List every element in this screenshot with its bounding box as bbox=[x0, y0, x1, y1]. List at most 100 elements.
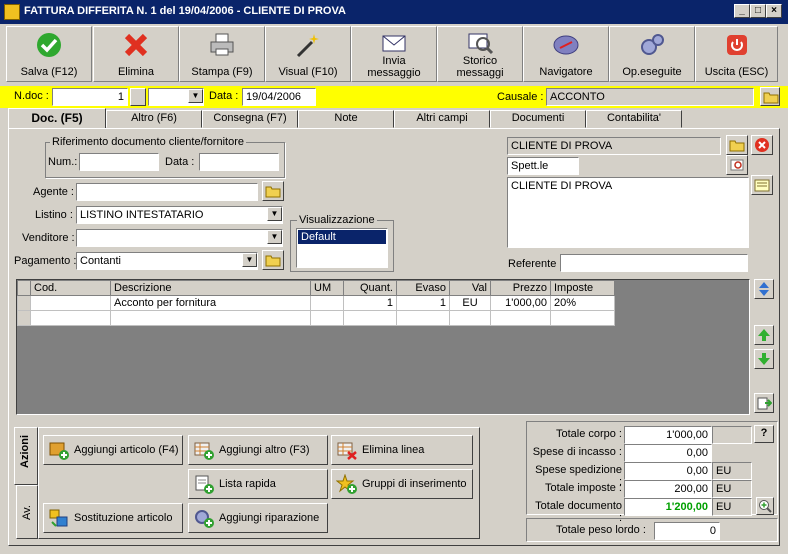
delete-line-button[interactable]: Elimina linea bbox=[331, 435, 473, 465]
insert-groups-button[interactable]: Gruppi di inserimento bbox=[331, 469, 473, 499]
delete-button[interactable]: Elimina bbox=[93, 26, 179, 82]
listino-label: Listino : bbox=[35, 209, 73, 221]
add-other-button[interactable]: Aggiungi altro (F3) bbox=[188, 435, 328, 465]
send-message-button[interactable]: Invia messaggio bbox=[351, 26, 437, 82]
tab-documenti[interactable]: Documenti bbox=[490, 110, 586, 128]
column-header[interactable]: Imposte bbox=[550, 280, 615, 296]
venditore-select[interactable]: ▼ bbox=[76, 229, 283, 247]
num-field[interactable] bbox=[79, 153, 159, 171]
tab-altri-campi[interactable]: Altri campi bbox=[394, 110, 490, 128]
maximize-button[interactable]: □ bbox=[750, 4, 766, 18]
close-window-button[interactable]: × bbox=[766, 4, 782, 18]
minimize-button[interactable]: _ bbox=[734, 4, 750, 18]
pagamento-folder-button[interactable] bbox=[262, 250, 284, 270]
cell-descrizione[interactable]: Acconto per fornitura bbox=[110, 295, 311, 311]
totale-imposte-field[interactable]: 200,00 bbox=[624, 480, 712, 498]
causale-folder-button[interactable] bbox=[760, 87, 780, 106]
add-repair-button[interactable]: Aggiungi riparazione bbox=[188, 503, 328, 533]
column-header[interactable]: Evaso bbox=[396, 280, 450, 296]
refresh-lines-button[interactable] bbox=[754, 393, 774, 413]
tab-note[interactable]: Note bbox=[298, 110, 394, 128]
tab-doc[interactable]: Doc. (F5) bbox=[8, 108, 106, 129]
cell-cod[interactable] bbox=[30, 310, 111, 326]
chevron-down-icon[interactable]: ▼ bbox=[267, 230, 282, 244]
table-row[interactable]: Acconto per fornitura 1 1 EU 1'000,00 20… bbox=[17, 295, 615, 311]
column-header[interactable]: Val bbox=[449, 280, 491, 296]
visualizzazione-option[interactable]: Default bbox=[298, 230, 386, 244]
agente-folder-button[interactable] bbox=[262, 181, 284, 201]
peso-field[interactable]: 0 bbox=[654, 522, 720, 540]
totale-documento-field[interactable]: 1'200,00 bbox=[624, 498, 712, 516]
move-up-button[interactable] bbox=[754, 325, 774, 345]
cell-um[interactable] bbox=[310, 295, 344, 311]
move-top-button[interactable] bbox=[754, 279, 774, 299]
cliente-title-field[interactable]: Spett.le bbox=[507, 157, 579, 175]
chevron-down-icon[interactable]: ▼ bbox=[267, 207, 282, 221]
ndoc-series-button[interactable] bbox=[130, 88, 146, 106]
cliente-remove-button[interactable] bbox=[751, 135, 773, 155]
tab-contabilita[interactable]: Contabilita' bbox=[586, 110, 682, 128]
cell-quant[interactable]: 1 bbox=[343, 295, 397, 311]
totale-corpo-field[interactable]: 1'000,00 bbox=[624, 426, 712, 444]
spese-incasso-field[interactable]: 0,00 bbox=[624, 444, 712, 462]
referente-field[interactable] bbox=[560, 254, 748, 272]
cell-val[interactable] bbox=[449, 310, 491, 326]
cliente-address-field[interactable]: CLIENTE DI PROVA bbox=[507, 177, 749, 248]
printer-icon bbox=[210, 33, 234, 56]
zoom-total-button[interactable] bbox=[756, 497, 774, 515]
ndoc-series-select[interactable]: ▼ bbox=[148, 88, 204, 106]
riferimento-group-label: Riferimento documento cliente/fornitore bbox=[50, 136, 246, 148]
cell-imposte[interactable]: 20% bbox=[550, 295, 615, 311]
cell-evaso[interactable] bbox=[396, 310, 450, 326]
row-selector[interactable] bbox=[17, 310, 31, 326]
tab-consegna[interactable]: Consegna (F7) bbox=[202, 110, 298, 128]
spese-spedizione-field[interactable]: 0,00 bbox=[624, 462, 712, 480]
column-header[interactable]: Descrizione bbox=[110, 280, 311, 296]
table-row[interactable] bbox=[17, 310, 615, 326]
save-button[interactable]: Salva (F12) bbox=[6, 26, 92, 82]
column-header[interactable]: Quant. bbox=[343, 280, 397, 296]
cliente-name-field[interactable]: CLIENTE DI PROVA bbox=[507, 137, 721, 155]
visual-button[interactable]: Visual (F10) bbox=[265, 26, 351, 82]
rif-data-field[interactable] bbox=[199, 153, 279, 171]
cliente-folder-button[interactable] bbox=[726, 135, 748, 155]
operations-done-button[interactable]: Op.eseguite bbox=[609, 26, 695, 82]
row-selector[interactable] bbox=[17, 295, 31, 311]
move-down-button[interactable] bbox=[754, 349, 774, 369]
cell-imposte[interactable] bbox=[550, 310, 615, 326]
exit-button[interactable]: Uscita (ESC) bbox=[695, 26, 778, 82]
chevron-down-icon[interactable]: ▼ bbox=[188, 89, 203, 103]
tab-av[interactable]: Av. bbox=[16, 485, 38, 539]
cell-evaso[interactable]: 1 bbox=[396, 295, 450, 311]
address-edit-button[interactable] bbox=[751, 175, 773, 195]
chevron-down-icon[interactable]: ▼ bbox=[242, 253, 257, 267]
cell-quant[interactable] bbox=[343, 310, 397, 326]
cell-prezzo[interactable]: 1'000,00 bbox=[490, 295, 551, 311]
column-header[interactable]: Prezzo bbox=[490, 280, 551, 296]
cell-cod[interactable] bbox=[30, 295, 111, 311]
tab-azioni[interactable]: Azioni bbox=[14, 427, 38, 485]
cell-descrizione[interactable] bbox=[110, 310, 311, 326]
pagamento-select[interactable]: Contanti ▼ bbox=[76, 252, 258, 270]
ndoc-field[interactable]: 1 bbox=[52, 88, 128, 106]
cell-um[interactable] bbox=[310, 310, 344, 326]
cell-val[interactable]: EU bbox=[449, 295, 491, 311]
column-header[interactable]: Cod. bbox=[30, 280, 111, 296]
document-lines-grid[interactable]: Cod. Descrizione UM Quant. Evaso Val Pre… bbox=[16, 279, 750, 415]
cliente-search-button[interactable] bbox=[726, 155, 748, 175]
quick-list-button[interactable]: Lista rapida bbox=[188, 469, 328, 499]
replace-article-button[interactable]: Sostituzione articolo bbox=[43, 503, 183, 533]
message-history-button[interactable]: Storico messaggi bbox=[437, 26, 523, 82]
causale-field[interactable]: ACCONTO bbox=[546, 88, 754, 106]
help-button[interactable]: ? bbox=[754, 425, 774, 443]
add-article-button[interactable]: Aggiungi articolo (F4) bbox=[43, 435, 183, 465]
navigator-button[interactable]: Navigatore bbox=[523, 26, 609, 82]
listino-select[interactable]: LISTINO INTESTATARIO ▼ bbox=[76, 206, 283, 224]
cell-prezzo[interactable] bbox=[490, 310, 551, 326]
agente-field[interactable] bbox=[76, 183, 258, 201]
column-header[interactable]: UM bbox=[310, 280, 344, 296]
date-field[interactable]: 19/04/2006 bbox=[242, 88, 316, 106]
tab-altro[interactable]: Altro (F6) bbox=[106, 110, 202, 128]
visualizzazione-list[interactable]: Default bbox=[296, 228, 388, 268]
print-button[interactable]: Stampa (F9) bbox=[179, 26, 265, 82]
